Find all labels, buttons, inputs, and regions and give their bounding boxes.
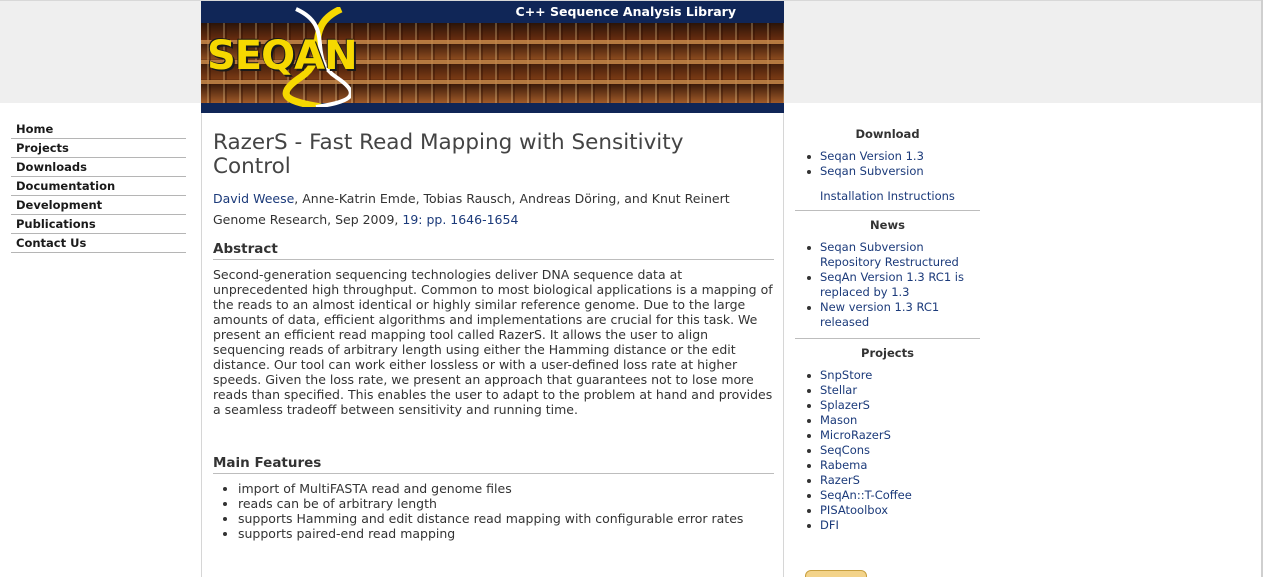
project-link[interactable]: DFI [807, 518, 980, 533]
download-link[interactable]: Seqan Subversion [807, 164, 980, 179]
list-item: supports Hamming and edit distance read … [238, 511, 774, 526]
list-item: reads can be of arbitrary length [238, 496, 774, 511]
journal-pages-link[interactable]: 19: pp. 1646-1654 [402, 212, 518, 227]
download-list: Seqan Version 1.3 Seqan Subversion [795, 149, 980, 179]
project-link[interactable]: RazerS [807, 473, 980, 488]
news-heading: News [870, 218, 905, 232]
author-list: David Weese, Anne-Katrin Emde, Tobias Ra… [213, 191, 773, 206]
divider [795, 210, 980, 211]
list-item: supports paired-end read mapping [238, 526, 774, 541]
news-link[interactable]: New version 1.3 RC1 released [807, 300, 980, 330]
list-item: import of MultiFASTA read and genome fil… [238, 481, 774, 496]
site-header: C++ Sequence Analysis Library SEQAN [201, 1, 784, 113]
nav-projects[interactable]: Projects [11, 139, 186, 158]
page-title: RazerS - Fast Read Mapping with Sensitiv… [213, 130, 684, 179]
nav-downloads[interactable]: Downloads [11, 158, 186, 177]
nav-contact-us[interactable]: Contact Us [11, 234, 186, 253]
project-link[interactable]: SplazerS [807, 398, 980, 413]
journal-citation: Genome Research, Sep 2009, 19: pp. 1646-… [213, 212, 773, 227]
download-heading: Download [855, 127, 920, 141]
project-link[interactable]: Mason [807, 413, 980, 428]
news-link[interactable]: Seqan Subversion Repository Restructured [807, 240, 980, 270]
main-navigation: Home Projects Downloads Documentation De… [11, 120, 186, 253]
divider [795, 338, 980, 339]
project-link[interactable]: SnpStore [807, 368, 980, 383]
news-list: Seqan Subversion Repository Restructured… [795, 240, 980, 330]
authors-rest: , Anne-Katrin Emde, Tobias Rausch, Andre… [294, 191, 730, 206]
sidebar-badge[interactable] [805, 570, 867, 577]
project-link[interactable]: MicroRazerS [807, 428, 980, 443]
nav-publications[interactable]: Publications [11, 215, 186, 234]
installation-instructions-link[interactable]: Installation Instructions [795, 189, 980, 204]
author-link[interactable]: David Weese [213, 191, 294, 206]
features-list: import of MultiFASTA read and genome fil… [213, 481, 774, 541]
nav-home[interactable]: Home [11, 120, 186, 139]
project-link[interactable]: PISAtoolbox [807, 503, 980, 518]
main-content: RazerS - Fast Read Mapping with Sensitiv… [201, 113, 784, 577]
right-sidebar: Download Seqan Version 1.3 Seqan Subvers… [795, 120, 980, 533]
news-link[interactable]: SeqAn Version 1.3 RC1 is replaced by 1.3 [807, 270, 980, 300]
download-link[interactable]: Seqan Version 1.3 [807, 149, 980, 164]
projects-list: SnpStore Stellar SplazerS Mason MicroRaz… [795, 368, 980, 533]
project-link[interactable]: Stellar [807, 383, 980, 398]
nav-development[interactable]: Development [11, 196, 186, 215]
abstract-text: Second-generation sequencing technologie… [213, 267, 773, 417]
project-link[interactable]: Rabema [807, 458, 980, 473]
journal-text: Genome Research, Sep 2009, [213, 212, 403, 227]
features-heading: Main Features [213, 455, 774, 474]
project-link[interactable]: SeqAn::T-Coffee [807, 488, 980, 503]
site-subtitle: C++ Sequence Analysis Library [515, 4, 736, 19]
projects-heading: Projects [861, 346, 914, 360]
nav-documentation[interactable]: Documentation [11, 177, 186, 196]
seqan-logo[interactable]: SEQAN [207, 33, 358, 79]
abstract-heading: Abstract [213, 241, 774, 260]
project-link[interactable]: SeqCons [807, 443, 980, 458]
